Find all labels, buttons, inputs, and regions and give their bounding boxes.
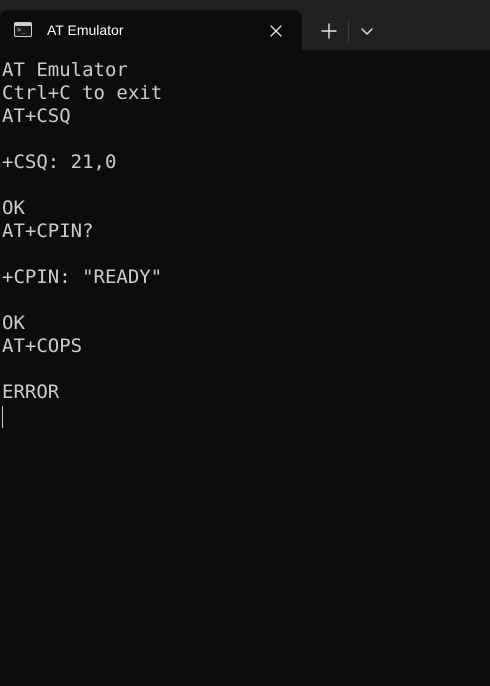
text-cursor [2, 406, 3, 428]
close-icon[interactable] [266, 21, 286, 41]
plus-icon[interactable] [316, 19, 342, 43]
chevron-down-icon[interactable] [354, 19, 380, 43]
tab-title: AT Emulator [47, 22, 124, 38]
terminal-line: OK [2, 197, 25, 219]
terminal-line: AT+CPIN? [2, 220, 94, 242]
terminal-window: >_ AT Emulator AT Emulator Ctrl+C to exi… [0, 0, 490, 686]
terminal-output[interactable]: AT Emulator Ctrl+C to exit AT+CSQ +CSQ: … [0, 50, 490, 686]
terminal-icon: >_ [14, 22, 32, 37]
terminal-line: OK [2, 312, 25, 334]
terminal-line: Ctrl+C to exit [2, 82, 163, 104]
terminal-line: +CPIN: "READY" [2, 266, 163, 288]
tab-divider [348, 20, 349, 42]
tab-at-emulator[interactable]: >_ AT Emulator [0, 10, 302, 50]
terminal-line: +CSQ: 21,0 [2, 151, 117, 173]
terminal-line: AT+COPS [2, 335, 83, 357]
title-bar: >_ AT Emulator [0, 0, 490, 50]
terminal-lines: AT Emulator Ctrl+C to exit AT+CSQ +CSQ: … [2, 59, 162, 404]
terminal-line: AT+CSQ [2, 105, 71, 127]
terminal-line: ERROR [2, 381, 60, 403]
terminal-line: AT Emulator [2, 59, 128, 81]
